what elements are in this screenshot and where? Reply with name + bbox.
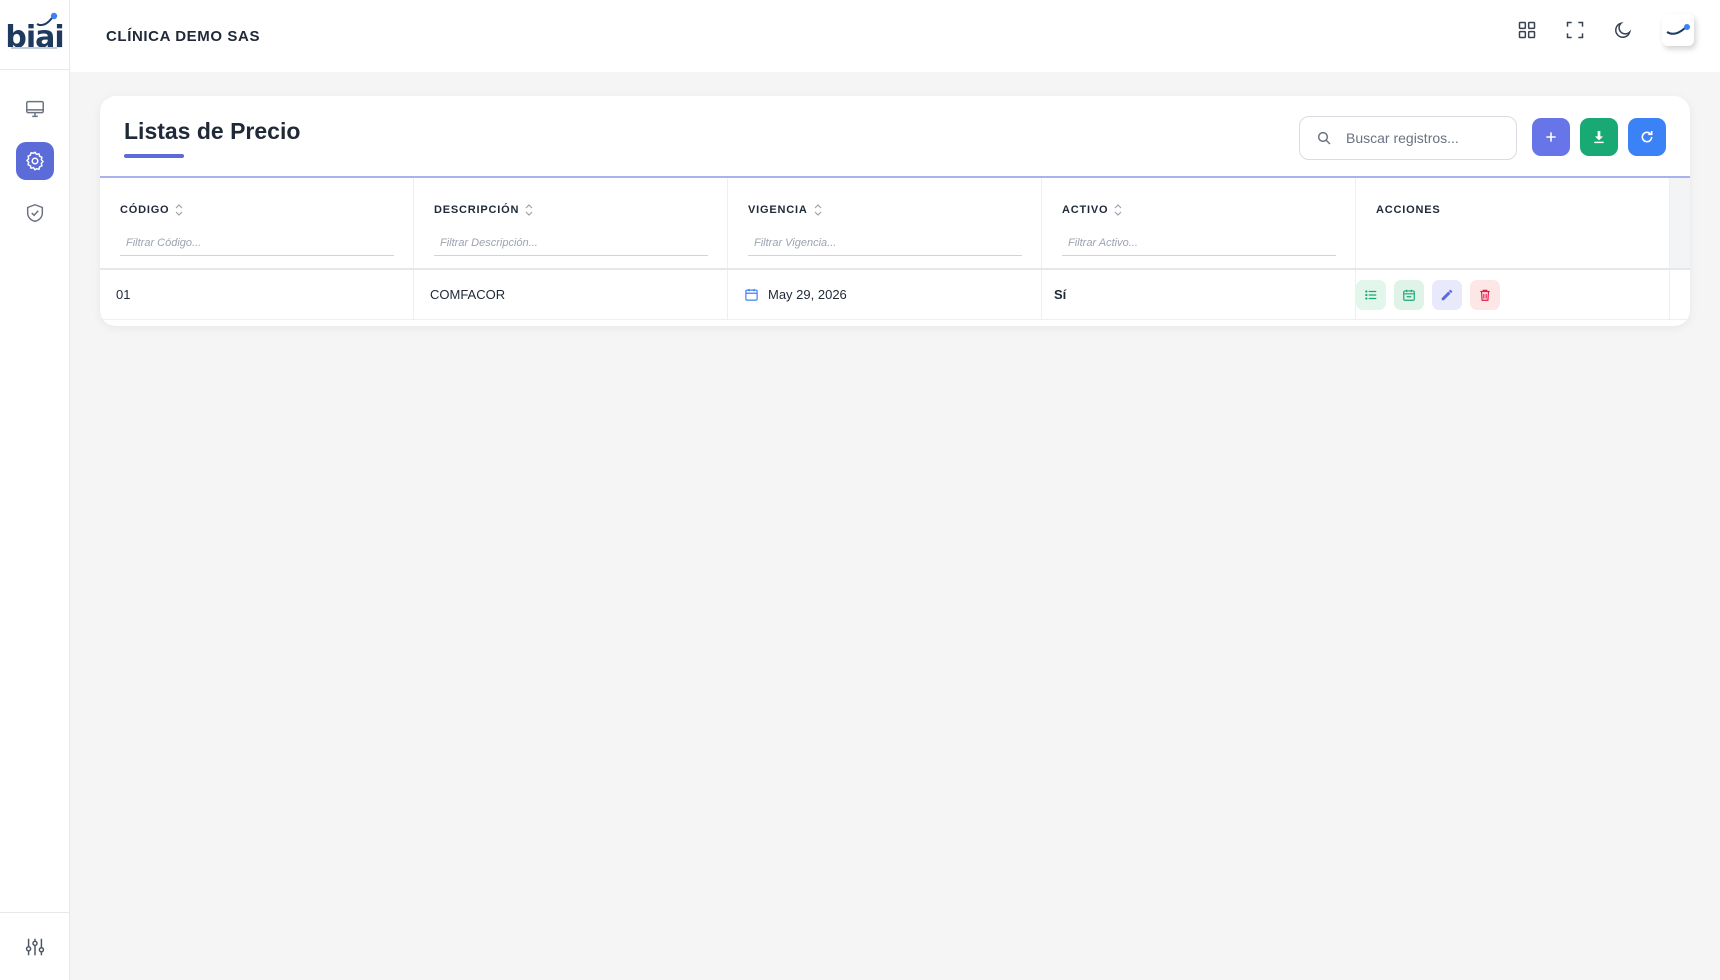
sort-icon (175, 204, 183, 216)
card-header: Listas de Precio (100, 96, 1690, 178)
download-icon (1594, 131, 1604, 144)
column-label: ACTIVO (1062, 204, 1109, 216)
cell-acciones (1356, 270, 1670, 319)
gear-icon (25, 151, 44, 171)
filter-vigencia (748, 230, 1022, 256)
column-header-descripcion[interactable]: DESCRIPCIÓN (434, 204, 533, 216)
row-scroll-gutter (1670, 270, 1690, 319)
company-name: CLÍNICA DEMO SAS (106, 27, 261, 45)
table-scrollbar[interactable] (1670, 178, 1690, 268)
refresh-icon (1641, 131, 1653, 143)
column-header-vigencia[interactable]: VIGENCIA (748, 204, 822, 216)
table-header: CÓDIGO DESCRIPCIÓN VIGENCIA (100, 178, 1690, 270)
theme-toggle-button[interactable] (1610, 17, 1636, 43)
sidebar: biai (0, 0, 70, 980)
sort-icon (1114, 204, 1122, 216)
column-descripcion: DESCRIPCIÓN (414, 178, 728, 268)
column-header-codigo[interactable]: CÓDIGO (120, 204, 183, 216)
fullscreen-icon (1566, 21, 1584, 39)
cell-vigencia: May 29, 2026 (728, 270, 1042, 319)
column-header-acciones: ACCIONES (1376, 204, 1440, 216)
sidebar-nav (0, 70, 69, 232)
filter-descripcion-input[interactable] (434, 230, 708, 255)
grid-icon (1518, 21, 1536, 39)
user-avatar[interactable] (1662, 14, 1694, 46)
download-button[interactable] (1580, 118, 1618, 156)
filter-vigencia-input[interactable] (748, 230, 1022, 255)
sort-icon (814, 204, 822, 216)
list-icon (1365, 289, 1377, 300)
title-underline (124, 154, 184, 158)
brand-swoosh-icon (1666, 24, 1690, 35)
header-actions (1514, 14, 1694, 46)
filter-codigo (120, 230, 394, 256)
view-details-button[interactable] (1356, 279, 1386, 310)
shield-check-icon (26, 203, 43, 223)
price-lists-card: Listas de Precio CÓDIGO (100, 96, 1690, 326)
logo-tagline (11, 47, 57, 49)
delete-button[interactable] (1470, 279, 1500, 310)
refresh-button[interactable] (1628, 118, 1666, 156)
column-label: CÓDIGO (120, 204, 170, 216)
add-button[interactable] (1532, 118, 1570, 156)
calendar-icon (745, 288, 758, 301)
logo[interactable]: biai (0, 0, 69, 70)
column-header-activo[interactable]: ACTIVO (1062, 204, 1122, 216)
cell-codigo: 01 (100, 270, 414, 319)
sidebar-settings-toggle[interactable] (0, 912, 69, 980)
vigencia-date: May 29, 2026 (768, 287, 847, 302)
edit-button[interactable] (1432, 279, 1462, 310)
cell-activo: Sí (1042, 270, 1356, 319)
top-header: CLÍNICA DEMO SAS (70, 0, 1720, 72)
column-acciones: ACCIONES (1356, 178, 1670, 268)
trash-icon (1480, 289, 1490, 301)
plus-icon (1546, 132, 1556, 142)
fullscreen-button[interactable] (1562, 17, 1588, 43)
table-row[interactable]: 01 COMFACOR May 29, 2026 Sí (100, 270, 1690, 320)
column-vigencia: VIGENCIA (728, 178, 1042, 268)
apps-button[interactable] (1514, 17, 1540, 43)
sidebar-item-security[interactable] (16, 194, 54, 232)
search-icon (1317, 131, 1331, 145)
pencil-icon (1441, 289, 1453, 300)
sliders-icon (25, 938, 44, 955)
column-codigo: CÓDIGO (100, 178, 414, 268)
sort-icon (525, 204, 533, 216)
logo-swoosh-icon (36, 12, 58, 27)
moon-icon (1615, 21, 1632, 38)
schedule-button[interactable] (1394, 279, 1424, 310)
filter-activo-input[interactable] (1062, 230, 1336, 255)
column-label: ACCIONES (1376, 204, 1441, 216)
filter-descripcion (434, 230, 708, 256)
cell-descripcion: COMFACOR (414, 270, 728, 319)
filter-activo (1062, 230, 1336, 256)
calendar-check-icon (1403, 289, 1415, 301)
sidebar-item-dashboard[interactable] (16, 90, 54, 128)
filter-codigo-input[interactable] (120, 230, 394, 255)
page-title: Listas de Precio (124, 118, 301, 144)
column-label: DESCRIPCIÓN (434, 204, 520, 216)
column-label: VIGENCIA (748, 204, 808, 216)
search-input[interactable] (1346, 130, 1496, 146)
sidebar-item-settings[interactable] (15, 142, 54, 180)
monitor-icon (25, 100, 44, 118)
search-box (1299, 116, 1517, 160)
column-activo: ACTIVO (1042, 178, 1356, 268)
